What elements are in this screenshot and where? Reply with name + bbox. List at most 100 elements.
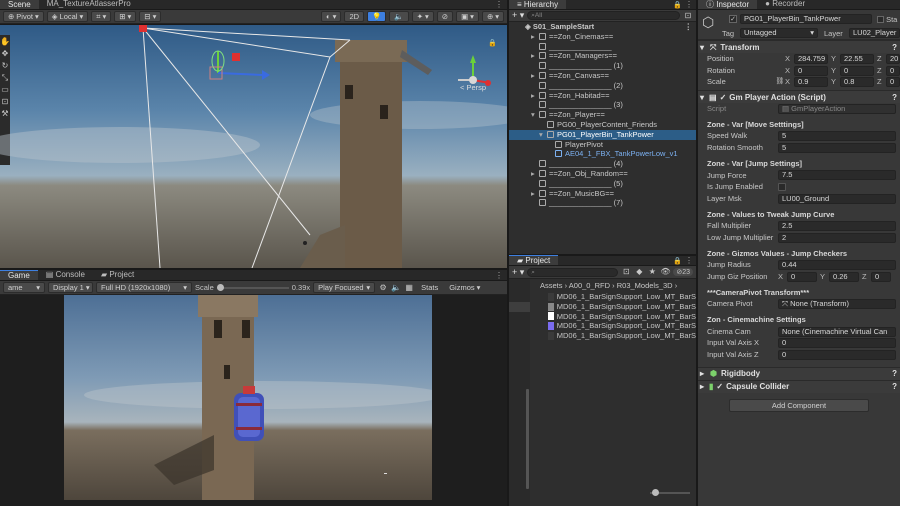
rigidbody-header[interactable]: ▸ ⬢ Rigidbody?: [698, 366, 900, 380]
hierarchy-item[interactable]: _______________ (2): [509, 81, 696, 91]
transform-position-y[interactable]: 22.55: [840, 53, 874, 64]
field-input[interactable]: 2.5: [778, 221, 896, 232]
hierarchy-item[interactable]: _______________ (1): [509, 61, 696, 71]
camera-settings-button[interactable]: ▣ ▾: [456, 11, 479, 22]
expand-arrow-icon[interactable]: ▾: [531, 110, 539, 120]
tab-project[interactable]: ▰ Project: [509, 255, 559, 265]
tab-recorder[interactable]: ● Recorder: [757, 0, 813, 9]
expand-arrow-icon[interactable]: ▸: [531, 169, 539, 179]
hierarchy-item[interactable]: ▸ ==Zon_MusicBG==: [509, 189, 696, 199]
expand-arrow-icon[interactable]: ▾: [539, 130, 547, 140]
audio-toggle[interactable]: 🔈: [389, 11, 409, 22]
transform-rotation-y[interactable]: 0: [840, 65, 874, 76]
static-toggle[interactable]: Sta: [877, 15, 897, 24]
field-input[interactable]: None (Cinemachine Virtual Can: [778, 326, 896, 337]
hierarchy-item[interactable]: _______________ (5): [509, 179, 696, 189]
hierarchy-item[interactable]: ▾ PG01_PlayerBin_TankPower: [509, 129, 696, 140]
hierarchy-item[interactable]: _______________: [509, 42, 696, 52]
tab-inspector[interactable]: ⓘ Inspector: [698, 0, 758, 9]
add-object-button[interactable]: + ▾: [512, 10, 524, 21]
expand-arrow-icon[interactable]: ▸: [531, 189, 539, 199]
hierarchy-item[interactable]: ▸ ==Zon_Obj_Random==: [509, 169, 696, 179]
scale-slider-thumb[interactable]: [216, 283, 224, 291]
project-search[interactable]: ⌕: [527, 267, 619, 277]
field-input[interactable]: 5: [778, 142, 896, 153]
local-dropdown[interactable]: ◈ Local ▾: [46, 11, 89, 22]
field-input[interactable]: 7.5: [778, 170, 896, 181]
filter-label-icon[interactable]: ◆: [634, 267, 644, 277]
script-component-header[interactable]: ▾ ▤ ✓ Gm Player Action (Script)?: [698, 90, 900, 104]
create-asset-button[interactable]: + ▾: [512, 267, 524, 278]
expand-arrow-icon[interactable]: ▸: [531, 91, 539, 101]
scene-viewport[interactable]: ✋ ✥ ↻ ⤡ ▭ ⊡ ⚒ < Persp 🔒: [0, 25, 507, 268]
expand-arrow-icon[interactable]: ▸: [531, 71, 539, 81]
link-scale-icon[interactable]: ⛓: [775, 76, 785, 88]
lock-icon-hierarchy[interactable]: 🔒: [673, 1, 682, 9]
hidden-objects-toggle[interactable]: ⊘: [436, 11, 454, 22]
transform-position-x[interactable]: 284.759: [794, 53, 828, 64]
tab-hierarchy[interactable]: ≡ Hierarchy: [509, 0, 567, 9]
jump-giz-y-field[interactable]: 0.26: [829, 271, 859, 282]
project-file-item[interactable]: MD06_1_BarSignSupport_Low_MT_BarS: [548, 302, 696, 312]
transform-rotation-z[interactable]: 0: [886, 65, 900, 76]
field-input[interactable]: LU00_Ground: [778, 193, 896, 204]
hierarchy-item[interactable]: ▸ ==Zon_Managers==: [509, 51, 696, 61]
help-icon-transform[interactable]: ?: [892, 41, 900, 54]
layer-dropdown[interactable]: LU02_Player: [849, 28, 900, 38]
hierarchy-item[interactable]: ▸ ==Zon_Cinemas==: [509, 32, 696, 42]
more-icon[interactable]: ⋮: [495, 0, 507, 9]
help-icon-collider[interactable]: ?: [892, 380, 900, 393]
collider-enabled-checkbox[interactable]: ✓: [716, 380, 723, 393]
hierarchy-item[interactable]: _______________ (7): [509, 198, 696, 208]
tab-console[interactable]: ▤ Console: [38, 270, 93, 280]
transform-scale-x[interactable]: 0.9: [794, 77, 828, 88]
active-checkbox[interactable]: ✓: [729, 15, 737, 23]
shading-mode-button[interactable]: ◐ ▾: [321, 11, 342, 22]
tab-game[interactable]: Game: [0, 270, 38, 280]
hierarchy-item[interactable]: AE04_1_FBX_TankPowerLow_v1: [509, 149, 696, 159]
more-icon-hierarchy[interactable]: ⋮: [682, 0, 696, 9]
pivot-dropdown[interactable]: ⊕ Pivot ▾: [3, 11, 44, 22]
script-enabled-checkbox[interactable]: ✓: [720, 91, 727, 104]
frame-debugger-icon[interactable]: ▦: [404, 283, 414, 293]
breadcrumb-assets[interactable]: Assets: [540, 281, 563, 290]
hierarchy-item[interactable]: ▾ ==Zon_Player==: [509, 110, 696, 120]
project-file-item[interactable]: MD06_1_BarSignSupport_Low_MT_BarS: [548, 292, 696, 302]
project-file-item[interactable]: MD06_1_BarSignSupport_Low_MT_BarS: [548, 312, 696, 322]
tab-scene[interactable]: Scene: [0, 0, 39, 9]
breadcrumb-a00[interactable]: A00_0_RFD: [569, 281, 610, 290]
add-component-button[interactable]: Add Component: [729, 398, 869, 412]
hierarchy-item[interactable]: _______________ (3): [509, 100, 696, 110]
hierarchy-item[interactable]: PG00_PlayerContent_Friends: [509, 120, 696, 130]
mode-2d-button[interactable]: 2D: [344, 11, 365, 22]
help-icon-rigidbody[interactable]: ?: [892, 367, 900, 380]
breadcrumb-r03[interactable]: R03_Models_3D: [617, 281, 673, 290]
scale-slider[interactable]: [216, 283, 289, 293]
play-focused-dropdown[interactable]: Play Focused ▾: [313, 282, 376, 293]
field-input[interactable]: 0.44: [778, 260, 896, 271]
hierarchy-item[interactable]: ▸ ==Zon_Canvas==: [509, 71, 696, 81]
project-file-item[interactable]: MD06_1_BarSignSupport_Low_MT_BarS: [548, 331, 696, 341]
favorite-icon[interactable]: ★: [647, 267, 657, 277]
folder-tree-scrollbar[interactable]: [526, 389, 529, 489]
game-view-dropdown[interactable]: ame ▾: [3, 282, 45, 293]
mute-audio-icon[interactable]: 🔈: [391, 283, 401, 293]
object-name-field[interactable]: PG01_PlayerBin_TankPower: [740, 14, 872, 24]
transform-header[interactable]: ▾ ⤧ Transform?: [698, 40, 900, 53]
jump-giz-z-field[interactable]: 0: [871, 271, 891, 282]
persp-label[interactable]: < Persp: [460, 83, 486, 92]
project-file-item[interactable]: MD06_1_BarSignSupport_Low_MT_BarS: [548, 321, 696, 331]
hierarchy-item[interactable]: PlayerPivot: [509, 140, 696, 150]
visibility-icon[interactable]: 👁: [660, 267, 670, 277]
field-checkbox[interactable]: [778, 183, 786, 192]
stats-button[interactable]: Stats: [417, 282, 442, 293]
transform-scale-y[interactable]: 0.8: [840, 77, 874, 88]
search-options-icon[interactable]: ⊡: [683, 11, 693, 21]
jump-giz-x-field[interactable]: 0: [787, 271, 817, 282]
lock-icon[interactable]: 🔒: [488, 39, 497, 47]
field-input[interactable]: 5: [778, 131, 896, 142]
tag-dropdown[interactable]: Untagged ▾: [740, 28, 818, 38]
hierarchy-search[interactable]: ⌕ All: [527, 11, 680, 20]
transform-position-z[interactable]: 20: [886, 53, 900, 64]
transform-scale-z[interactable]: 0: [886, 77, 900, 88]
